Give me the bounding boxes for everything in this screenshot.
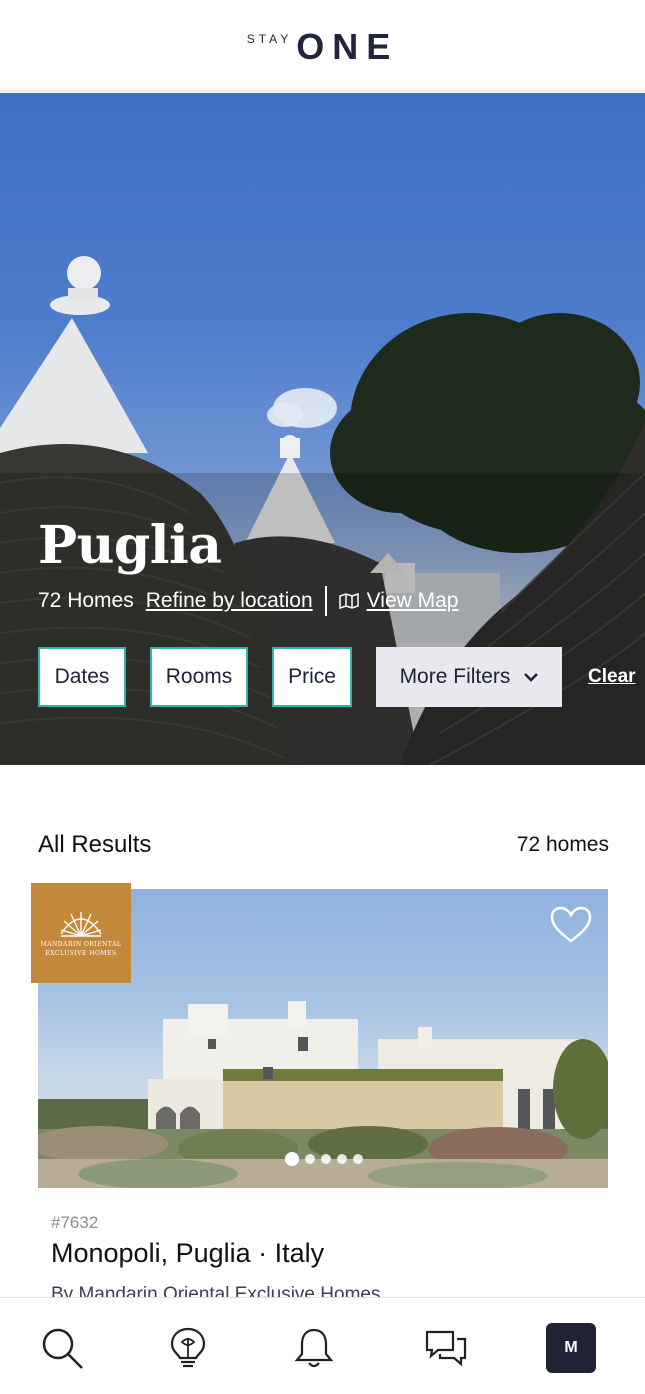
logo-small-text: STAY: [246, 32, 293, 46]
results-header: All Results 72 homes: [38, 831, 609, 859]
carousel-dot[interactable]: [305, 1154, 315, 1164]
hero-meta-row: 72 Homes Refine by location View Map: [38, 586, 458, 616]
listing-id: #7632: [51, 1213, 99, 1232]
price-filter-button[interactable]: Price: [272, 647, 352, 707]
badge-text: MANDARIN ORIENTAL EXCLUSIVE HOMES: [41, 940, 122, 958]
hero-banner: Puglia 72 Homes Refine by location View …: [0, 93, 645, 765]
clear-filters-link[interactable]: Clear: [588, 666, 636, 688]
carousel-dot[interactable]: [285, 1152, 299, 1166]
dates-filter-label: Dates: [54, 665, 110, 688]
more-filters-button[interactable]: More Filters: [376, 647, 562, 707]
view-map-link[interactable]: View Map: [367, 589, 459, 613]
filter-bar: Dates Rooms Price More Filters Clear: [38, 647, 636, 707]
notifications-icon[interactable]: [292, 1326, 336, 1370]
map-icon: [338, 593, 359, 609]
logo-large-text: ONE: [296, 26, 399, 67]
photo-carousel-dots: [285, 1152, 369, 1166]
stayone-logo[interactable]: STAY ONE: [0, 26, 645, 68]
badge-line-1: MANDARIN ORIENTAL: [40, 941, 122, 948]
meta-divider: [324, 586, 327, 616]
rooms-filter-label: Rooms: [165, 665, 233, 688]
destination-title: Puglia: [38, 515, 222, 576]
messages-icon[interactable]: [424, 1326, 468, 1370]
rooms-filter-button[interactable]: Rooms: [150, 647, 248, 707]
more-filters-label: More Filters: [399, 665, 511, 688]
brand-badge: MANDARIN ORIENTAL EXCLUSIVE HOMES: [31, 883, 131, 983]
profile-avatar[interactable]: M: [546, 1323, 596, 1373]
search-icon[interactable]: [40, 1326, 84, 1370]
results-title: All Results: [38, 831, 152, 858]
badge-line-2: EXCLUSIVE HOMES: [45, 950, 117, 957]
price-filter-label: Price: [288, 665, 336, 688]
carousel-dot[interactable]: [337, 1154, 347, 1164]
results-count: 72 homes: [516, 833, 609, 856]
fan-logo-icon: [60, 912, 102, 937]
ideas-icon[interactable]: [166, 1326, 210, 1370]
carousel-dot[interactable]: [353, 1154, 363, 1164]
bottom-nav: M: [0, 1297, 645, 1394]
chevron-down-icon: [524, 673, 539, 682]
homes-count: 72 Homes: [38, 589, 134, 612]
carousel-dot[interactable]: [321, 1154, 331, 1164]
heart-icon[interactable]: [550, 906, 592, 944]
app-header: STAY ONE: [0, 0, 645, 92]
refine-location-link[interactable]: Refine by location: [146, 589, 313, 613]
dates-filter-button[interactable]: Dates: [38, 647, 126, 707]
listing-title[interactable]: Monopoli, Puglia · Italy: [51, 1238, 324, 1269]
